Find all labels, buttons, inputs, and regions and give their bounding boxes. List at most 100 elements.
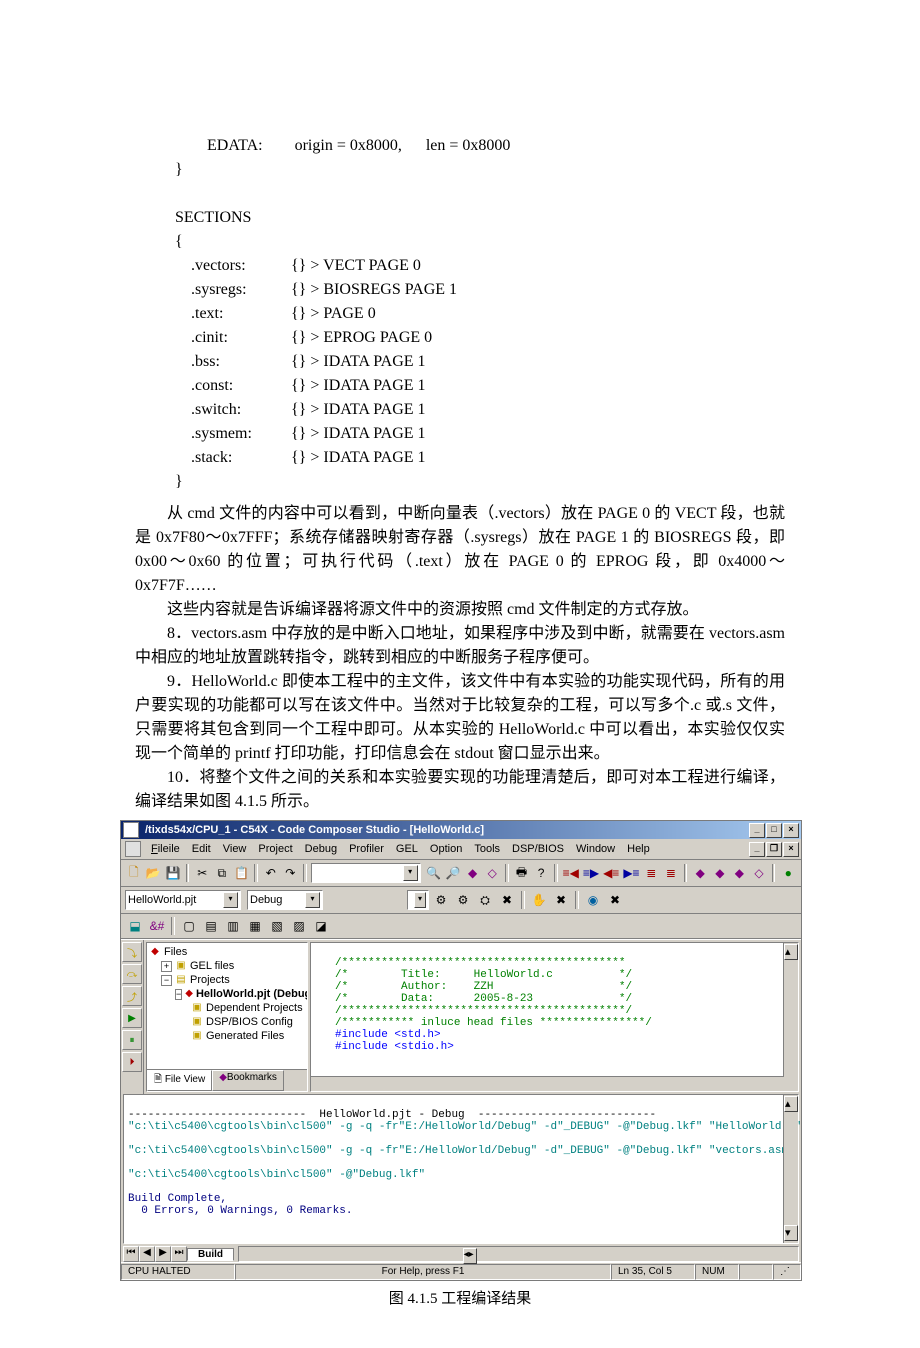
menu-file[interactable]: Fileile [145, 842, 186, 856]
config-combo[interactable]: Debug▾ [247, 890, 323, 910]
menu-project[interactable]: Project [252, 842, 298, 856]
menu-view[interactable]: View [217, 842, 253, 856]
build-line: "c:\ti\c5400\cgtools\bin\cl500" -@"Debug… [128, 1169, 425, 1181]
step-into-icon[interactable]: ⤵ [122, 942, 142, 962]
project-tree[interactable]: ◆Files +▣GEL files −▤Projects −◆HelloWor… [147, 943, 307, 1069]
build-hscroll[interactable]: ◂▸ [238, 1246, 799, 1262]
match-brace-icon[interactable]: ◆ [691, 863, 709, 883]
menu-dspbios[interactable]: DSP/BIOS [506, 842, 570, 856]
remove-bp-icon[interactable]: ✖ [551, 890, 571, 910]
minimize-button[interactable]: _ [749, 823, 765, 838]
breakpoint-icon[interactable]: ✋ [529, 890, 549, 910]
scroll-up-icon[interactable]: ▴ [784, 944, 798, 960]
tree-gel[interactable]: GEL files [190, 959, 234, 973]
tree-root[interactable]: Files [164, 945, 187, 959]
image-icon[interactable]: ▨ [289, 916, 309, 936]
next-icon[interactable]: ◆ [731, 863, 749, 883]
menu-tools[interactable]: Tools [468, 842, 506, 856]
collapse-icon[interactable]: − [175, 989, 182, 1000]
indent-left-icon[interactable]: ≡◀ [562, 863, 580, 883]
step-out-icon[interactable]: ⤴ [122, 986, 142, 1006]
tree-dsp[interactable]: DSP/BIOS Config [206, 1015, 293, 1029]
probe-icon[interactable]: ◉ [583, 890, 603, 910]
menu-gel[interactable]: GEL [390, 842, 424, 856]
tab-bookmarks[interactable]: ◆Bookmarks [212, 1070, 284, 1091]
port-icon[interactable]: ◪ [311, 916, 331, 936]
rebuild-icon[interactable]: ⚙ [453, 890, 473, 910]
expand-icon[interactable]: + [161, 961, 172, 972]
tab-last-icon[interactable]: ⏭ [171, 1246, 187, 1262]
menu-profiler[interactable]: Profiler [343, 842, 390, 856]
copy-icon[interactable]: ⧉ [213, 863, 231, 883]
tab-file-view[interactable]: 🗎 File View [147, 1070, 212, 1091]
resize-grip-icon[interactable]: ⋰ [773, 1264, 801, 1280]
maximize-button[interactable]: □ [766, 823, 782, 838]
prev-icon[interactable]: ◇ [750, 863, 768, 883]
code-brace-open: { [175, 233, 183, 250]
graph-icon[interactable]: ▧ [267, 916, 287, 936]
undo-icon[interactable]: ↶ [262, 863, 280, 883]
menu-window[interactable]: Window [570, 842, 621, 856]
tree-projects[interactable]: Projects [190, 973, 230, 987]
vscrollbar[interactable]: ▴ [783, 943, 798, 1091]
remove-probe-icon[interactable]: ✖ [605, 890, 625, 910]
run-icon[interactable]: ▶ [122, 1008, 142, 1028]
menu-edit[interactable]: Edit [186, 842, 217, 856]
tree-gen[interactable]: Generated Files [206, 1029, 284, 1043]
expr-icon[interactable]: &# [147, 916, 167, 936]
align-right-icon[interactable]: ≣ [662, 863, 680, 883]
register-icon[interactable]: ▥ [223, 916, 243, 936]
editor-pane[interactable]: /***************************************… [310, 942, 799, 1092]
tree-active-project[interactable]: HelloWorld.pjt (Debug) [196, 987, 307, 1001]
redo-icon[interactable]: ↷ [282, 863, 300, 883]
outdent-icon[interactable]: ◀≡ [602, 863, 620, 883]
indent-right-icon[interactable]: ≡▶ [582, 863, 600, 883]
step-over-icon[interactable]: ⤼ [122, 964, 142, 984]
build-all-icon[interactable]: ⛭ [475, 890, 495, 910]
tab-first-icon[interactable]: ⏮ [123, 1246, 139, 1262]
close-button[interactable]: × [783, 823, 799, 838]
save-icon[interactable]: 💾 [164, 863, 182, 883]
halt-icon[interactable]: ⏸ [122, 1030, 142, 1050]
open-file-icon[interactable]: 📂 [145, 863, 163, 883]
bookmark-icon[interactable]: ◆ [464, 863, 482, 883]
indent-icon[interactable]: ▶≡ [622, 863, 640, 883]
stop-icon[interactable]: ● [779, 863, 797, 883]
tab-build[interactable]: Build [187, 1248, 234, 1261]
window-icon[interactable]: ▢ [179, 916, 199, 936]
stop-build-icon[interactable]: ✖ [497, 890, 517, 910]
build-output[interactable]: --------------------------- HelloWorld.p… [123, 1094, 799, 1244]
paste-icon[interactable]: 📋 [233, 863, 251, 883]
toggle-icon[interactable]: ◆ [711, 863, 729, 883]
memory-icon[interactable]: ▤ [201, 916, 221, 936]
menu-debug[interactable]: Debug [299, 842, 343, 856]
print-icon[interactable]: 🖶 [513, 863, 531, 883]
cut-icon[interactable]: ✂ [193, 863, 211, 883]
disasm-icon[interactable]: ▦ [245, 916, 265, 936]
bookmark-next-icon[interactable]: ◇ [483, 863, 501, 883]
find-icon[interactable]: 🔍 [425, 863, 443, 883]
hscrollbar[interactable] [311, 1076, 784, 1091]
mdi-doc-icon[interactable] [125, 841, 141, 857]
menu-option[interactable]: Option [424, 842, 468, 856]
help-icon[interactable]: ? [532, 863, 550, 883]
watch-icon[interactable]: ⬓ [125, 916, 145, 936]
new-file-icon[interactable]: 🗋 [125, 863, 143, 883]
animate-icon[interactable]: ⏵ [122, 1052, 142, 1072]
history-combo[interactable]: ▾ [407, 890, 429, 910]
build-icon[interactable]: ⚙ [431, 890, 451, 910]
align-left-icon[interactable]: ≣ [643, 863, 661, 883]
find-combo[interactable]: ▾ [311, 863, 421, 883]
titlebar[interactable]: /tixds54x/CPU_1 - C54X - Code Composer S… [121, 821, 801, 839]
menu-help[interactable]: Help [621, 842, 656, 856]
build-vscroll[interactable]: ▴▾ [783, 1095, 798, 1243]
tree-dep[interactable]: Dependent Projects [206, 1001, 303, 1015]
mdi-close[interactable]: × [783, 842, 799, 857]
tab-next-icon[interactable]: ▶ [155, 1246, 171, 1262]
mdi-minimize[interactable]: _ [749, 842, 765, 857]
mdi-restore[interactable]: ❐ [766, 842, 782, 857]
project-combo[interactable]: HelloWorld.pjt▾ [125, 890, 241, 910]
find-next-icon[interactable]: 🔎 [444, 863, 462, 883]
collapse-icon[interactable]: − [161, 975, 172, 986]
tab-prev-icon[interactable]: ◀ [139, 1246, 155, 1262]
